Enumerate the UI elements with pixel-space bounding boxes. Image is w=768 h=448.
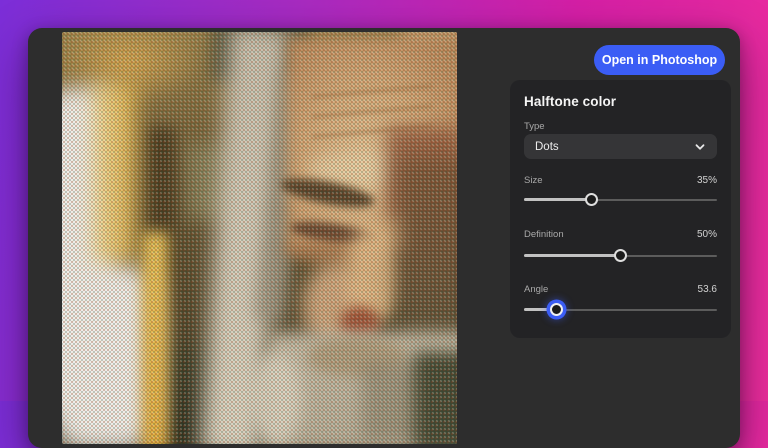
definition-slider-label: Definition — [524, 229, 564, 240]
size-slider-row: Size 35% — [524, 175, 717, 186]
definition-slider-value: 50% — [697, 229, 717, 240]
definition-slider-row: Definition 50% — [524, 229, 717, 240]
angle-slider-value: 53.6 — [698, 284, 717, 295]
angle-slider-label: Angle — [524, 284, 548, 295]
desktop-background: { "app": { "open_button_label": "Open in… — [0, 0, 768, 401]
app-window: Open in Photoshop Halftone color Type Do… — [28, 28, 740, 448]
size-slider-value: 35% — [697, 175, 717, 186]
type-dropdown-value: Dots — [535, 141, 559, 153]
type-dropdown[interactable]: Dots — [524, 134, 717, 159]
definition-slider[interactable] — [524, 248, 717, 263]
size-slider[interactable] — [524, 192, 717, 207]
slider-fill — [524, 254, 621, 257]
chevron-down-icon — [694, 141, 706, 153]
angle-slider[interactable] — [524, 302, 717, 317]
size-slider-handle[interactable] — [585, 193, 598, 206]
open-in-photoshop-button[interactable]: Open in Photoshop — [594, 45, 725, 75]
halftone-preview-image — [62, 32, 457, 444]
halftone-dot-pattern — [62, 32, 457, 444]
slider-fill — [524, 198, 592, 201]
definition-slider-handle[interactable] — [614, 249, 627, 262]
angle-slider-row: Angle 53.6 — [524, 284, 717, 295]
angle-slider-handle[interactable] — [550, 303, 563, 316]
halftone-settings-panel: Halftone color Type Dots Size 35% — [510, 80, 731, 338]
type-field-label: Type — [524, 121, 545, 132]
size-slider-label: Size — [524, 175, 542, 186]
panel-title: Halftone color — [524, 94, 616, 109]
